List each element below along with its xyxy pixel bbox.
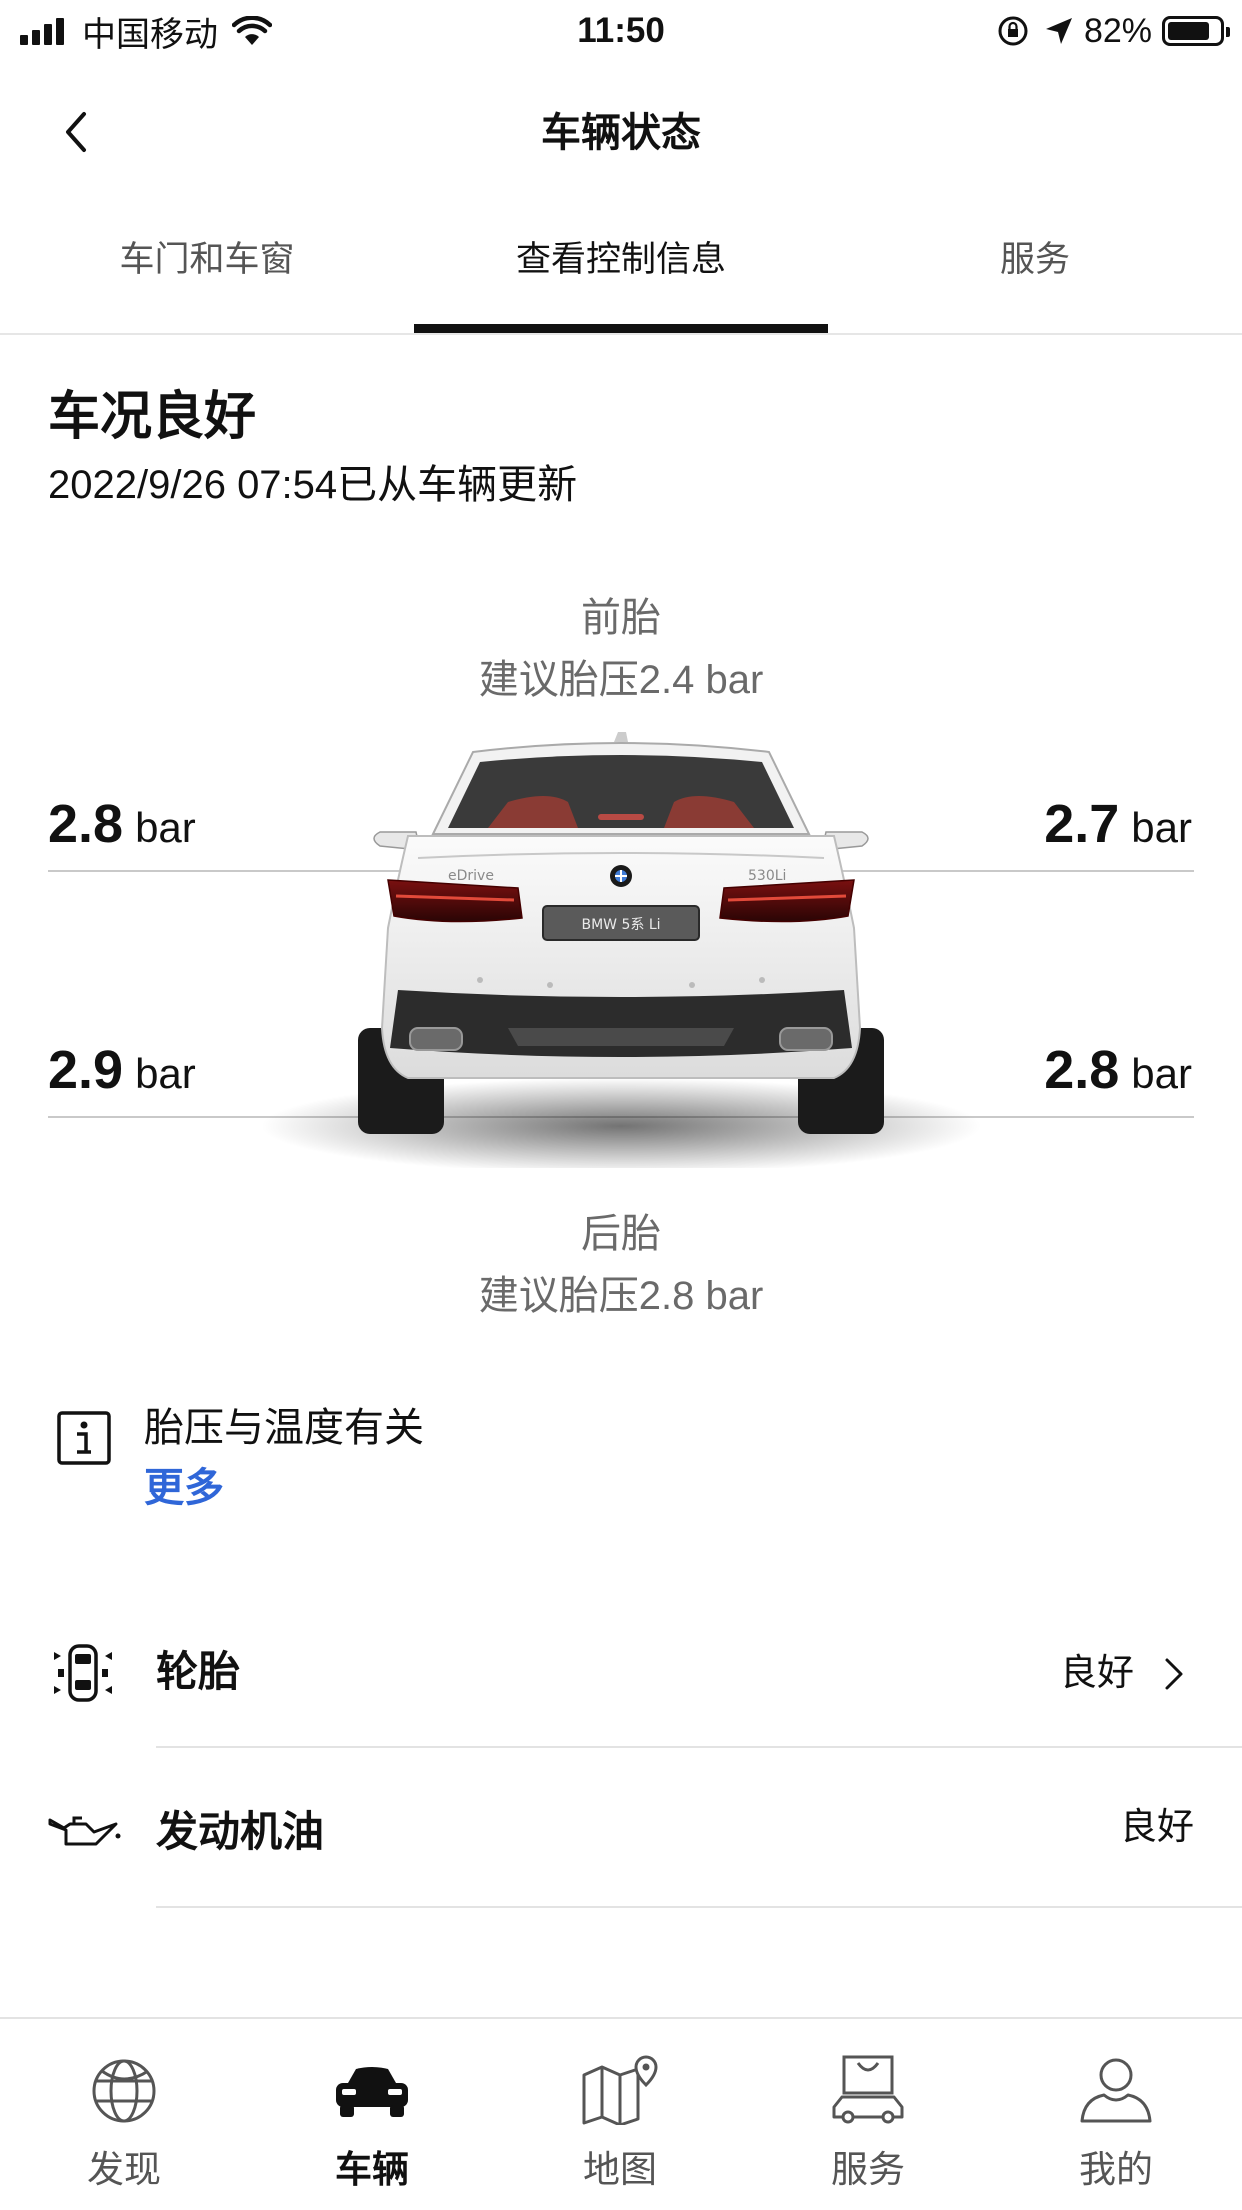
row-divider bbox=[156, 1746, 1242, 1748]
tabbar-item-map[interactable]: 地图 bbox=[496, 2019, 744, 2210]
user-icon bbox=[1080, 2058, 1152, 2123]
location-arrow-icon bbox=[1045, 18, 1072, 44]
front-tire-label: 前胎 bbox=[581, 596, 661, 640]
engine-oil-row-status: 良好 bbox=[1120, 1806, 1194, 1847]
rear-right-pressure: 2.8 bar bbox=[1044, 1040, 1192, 1100]
info-icon bbox=[57, 1411, 111, 1465]
car-icon bbox=[336, 2067, 408, 2117]
orientation-lock-icon bbox=[998, 16, 1028, 46]
tabbar-label: 我的 bbox=[1079, 2149, 1153, 2190]
tab-indicator bbox=[414, 324, 828, 333]
more-link[interactable]: 更多 bbox=[144, 1462, 224, 1514]
tire-row-status: 良好 bbox=[1060, 1652, 1134, 1693]
oil-can-icon bbox=[48, 1816, 121, 1846]
front-right-pressure: 2.7 bar bbox=[1044, 794, 1192, 854]
car-rear-image: eDrive 530Li BMW 5系 Li bbox=[261, 732, 981, 1168]
status-bar: 中国移动 11:50 82% bbox=[0, 0, 1242, 62]
status-heading: 车况良好 bbox=[48, 388, 257, 446]
engine-oil-row-label: 发动机油 bbox=[156, 1808, 325, 1855]
badge-left: eDrive bbox=[448, 868, 494, 884]
rear-recommended-pressure: 建议胎压2.8 bar bbox=[478, 1274, 764, 1318]
bottom-tab-bar: 发现 车辆 地图 服务 我的 bbox=[0, 2017, 1242, 2210]
tab-doors-windows[interactable]: 车门和车窗 bbox=[0, 235, 414, 285]
engine-oil-row: 发动机油 良好 bbox=[0, 1760, 1242, 1906]
rear-left-pressure: 2.9 bar bbox=[48, 1040, 196, 1100]
tabbar-item-service[interactable]: 服务 bbox=[744, 2019, 992, 2210]
globe-icon bbox=[92, 2059, 156, 2123]
update-timestamp: 2022/9/26 07:54已从车辆更新 bbox=[48, 463, 578, 507]
battery-percent: 82% bbox=[1083, 11, 1152, 50]
info-message: 胎压与温度有关 bbox=[144, 1406, 424, 1450]
tabbar-label: 服务 bbox=[831, 2149, 905, 2190]
status-right: 82% bbox=[996, 8, 1230, 54]
tab-check-control[interactable]: 查看控制信息 bbox=[414, 235, 828, 285]
tabbar-label: 车辆 bbox=[335, 2149, 409, 2190]
chevron-right-icon bbox=[1165, 1658, 1183, 1690]
service-bag-icon bbox=[832, 2055, 904, 2124]
tabbar-label: 地图 bbox=[583, 2149, 657, 2190]
tire-row[interactable]: 轮胎 良好 bbox=[0, 1600, 1242, 1750]
tabbar-item-profile[interactable]: 我的 bbox=[992, 2019, 1240, 2210]
tire-row-label: 轮胎 bbox=[156, 1648, 241, 1695]
badge-right: 530Li bbox=[748, 868, 786, 884]
row-divider bbox=[156, 1906, 1242, 1908]
front-left-pressure: 2.8 bar bbox=[48, 794, 196, 854]
battery-icon bbox=[1162, 16, 1230, 46]
tab-service[interactable]: 服务 bbox=[828, 235, 1242, 285]
front-recommended-pressure: 建议胎压2.4 bar bbox=[478, 658, 764, 702]
tabbar-item-discover[interactable]: 发现 bbox=[0, 2019, 248, 2210]
tabbar-item-vehicle[interactable]: 车辆 bbox=[248, 2019, 496, 2210]
tire-icon bbox=[54, 1644, 112, 1702]
page-title: 车辆状态 bbox=[541, 111, 701, 155]
rear-tire-label: 后胎 bbox=[581, 1212, 661, 1256]
map-pin-icon bbox=[582, 2055, 658, 2125]
segment-tabs: 车门和车窗 查看控制信息 服务 bbox=[0, 225, 1242, 335]
license-plate: BMW 5系 Li bbox=[581, 917, 660, 933]
tabbar-label: 发现 bbox=[87, 2149, 161, 2190]
